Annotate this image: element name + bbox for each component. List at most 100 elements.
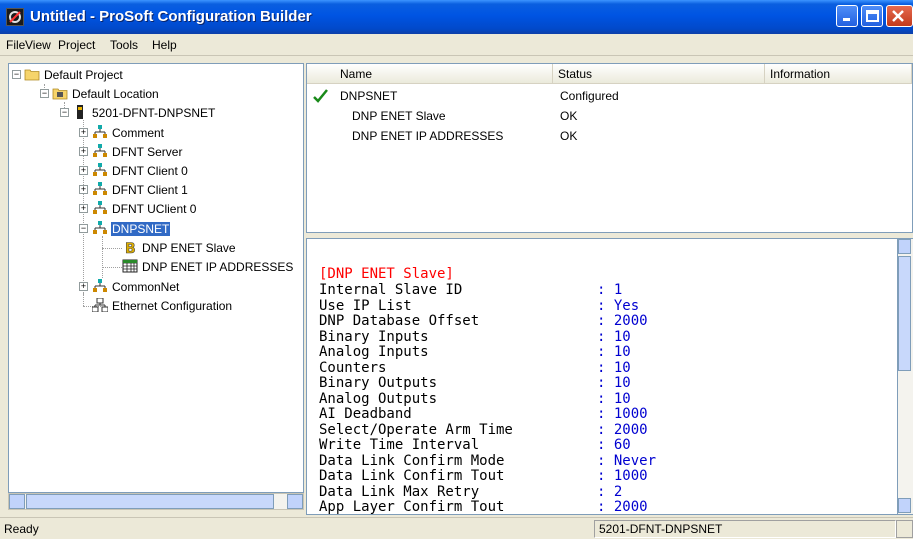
detail-value: : 2000 [597, 499, 648, 515]
detail-value: : 10 [597, 360, 631, 376]
detail-value: : Yes [597, 298, 640, 314]
tree-item-dfnt-client-0[interactable]: DFNT Client 0 [92, 161, 189, 179]
detail-vertical-scrollbar[interactable] [898, 238, 913, 515]
tree-item-module[interactable]: 5201-DFNT-DNPSNET [72, 103, 216, 121]
scroll-left-icon[interactable] [9, 494, 25, 509]
expand-toggle[interactable]: + [79, 185, 88, 194]
tree-horizontal-scrollbar[interactable] [8, 493, 304, 510]
column-header-information[interactable]: Information [765, 64, 912, 84]
list-header: Name Status Information [307, 64, 912, 84]
expand-toggle[interactable]: + [79, 128, 88, 137]
maximize-icon [866, 10, 879, 22]
tree-item-dfnt-uclient-0[interactable]: DFNT UClient 0 [92, 199, 197, 217]
maximize-button[interactable] [861, 5, 883, 27]
menu-bar: File View Project Tools Help [0, 34, 913, 56]
network-icon [93, 278, 107, 292]
network-icon [93, 181, 107, 195]
status-bar: Ready 5201-DFNT-DNPSNET [0, 517, 913, 539]
prosoft-app-icon[interactable] [6, 8, 24, 26]
detail-key: Data Link Confirm Tout [319, 468, 505, 484]
detail-key: DNP Database Offset [319, 313, 480, 329]
tree-item-ethernet-configuration[interactable]: Ethernet Configuration [92, 296, 233, 314]
module-list[interactable]: Name Status Information DNPSNET Configur… [306, 63, 913, 233]
tree-item-dnp-enet-ip-addresses[interactable]: DNP ENET IP ADDRESSES [122, 257, 294, 275]
minimize-icon [843, 18, 850, 21]
expand-toggle[interactable]: + [79, 147, 88, 156]
location-folder-icon [52, 88, 68, 100]
tree-item-dfnt-client-1[interactable]: DFNT Client 1 [92, 180, 189, 198]
ethernet-icon [92, 297, 108, 312]
network-icon [93, 124, 107, 138]
svg-text:B: B [125, 241, 136, 254]
network-icon [93, 220, 107, 234]
detail-key: AI Deadband [319, 406, 412, 422]
scroll-thumb[interactable] [898, 256, 911, 371]
detail-key: Internal Slave ID [319, 282, 463, 298]
column-header-name[interactable]: Name [335, 64, 553, 84]
status-text: Ready [4, 522, 39, 536]
detail-key: Binary Inputs [319, 329, 429, 345]
detail-value: : 10 [597, 344, 631, 360]
detail-value: : 2 [597, 484, 623, 500]
tree-item-dnp-enet-slave[interactable]: B DNP ENET Slave [122, 238, 237, 256]
close-button[interactable] [886, 5, 913, 27]
detail-value: : 10 [597, 391, 631, 407]
menu-tools[interactable]: Tools [110, 38, 138, 52]
window-title: Untitled - ProSoft Configuration Builder [30, 8, 312, 25]
section-header: [DNP ENET Slave] [319, 266, 454, 282]
expand-toggle[interactable]: + [79, 204, 88, 213]
tree-item-dnpsnet[interactable]: DNPSNET [92, 219, 171, 237]
menu-project[interactable]: Project [58, 38, 95, 52]
collapse-toggle[interactable]: − [40, 89, 49, 98]
table-grid-icon [122, 259, 138, 273]
project-tree[interactable]: − Default Project − Default Location − 5… [8, 63, 304, 493]
detail-key: Analog Inputs [319, 344, 429, 360]
detail-key: Select/Operate Arm Time [319, 422, 513, 438]
detail-value: : 1 [597, 282, 623, 298]
detail-key: Binary Outputs [319, 375, 438, 391]
detail-key: App Layer Confirm Tout [319, 499, 505, 515]
configuration-detail[interactable]: [DNP ENET Slave] Internal Slave ID : 1 Use… [306, 238, 898, 515]
menu-view[interactable]: View [25, 38, 51, 52]
scroll-thumb[interactable] [26, 494, 274, 509]
column-header-status[interactable]: Status [553, 64, 765, 84]
detail-key: Use IP List [319, 298, 412, 314]
network-icon [93, 200, 107, 214]
detail-key: Data Link Max Retry [319, 484, 480, 500]
scroll-up-icon[interactable] [898, 239, 911, 254]
tree-item-default-location[interactable]: Default Location [52, 84, 160, 102]
tree-item-comment[interactable]: Comment [92, 123, 165, 141]
collapse-toggle[interactable]: − [60, 108, 69, 117]
menu-help[interactable]: Help [152, 38, 177, 52]
menu-file[interactable]: File [6, 38, 25, 52]
collapse-toggle[interactable]: − [79, 224, 88, 233]
detail-value: : 1000 [597, 406, 648, 422]
title-bar[interactable]: Untitled - ProSoft Configuration Builder [0, 0, 913, 34]
detail-value: : 2000 [597, 422, 648, 438]
detail-value: : 1000 [597, 468, 648, 484]
expand-toggle[interactable]: + [79, 282, 88, 291]
network-icon [93, 162, 107, 176]
expand-toggle[interactable]: + [79, 166, 88, 175]
scroll-down-icon[interactable] [898, 498, 911, 513]
tree-item-dfnt-server[interactable]: DFNT Server [92, 142, 183, 160]
close-icon [892, 10, 904, 22]
checkmark-icon [313, 89, 328, 103]
detail-value: : 10 [597, 375, 631, 391]
detail-key: Data Link Confirm Mode [319, 453, 505, 469]
detail-key: Counters [319, 360, 387, 376]
resize-grip-icon[interactable] [896, 520, 913, 538]
tree-item-default-project[interactable]: Default Project [24, 65, 124, 83]
collapse-toggle[interactable]: − [12, 70, 21, 79]
detail-value: : 60 [597, 437, 631, 453]
minimize-button[interactable] [836, 5, 858, 27]
module-icon [77, 104, 83, 119]
detail-value: : 2000 [597, 313, 648, 329]
tree-item-commonnet[interactable]: CommonNet [92, 277, 180, 295]
scroll-right-icon[interactable] [287, 494, 303, 509]
status-module-name: 5201-DFNT-DNPSNET [594, 520, 896, 538]
detail-value: : Never [597, 453, 657, 469]
detail-key: Analog Outputs [319, 391, 438, 407]
detail-key: Write Time Interval [319, 437, 480, 453]
config-b-icon: B [125, 241, 136, 254]
